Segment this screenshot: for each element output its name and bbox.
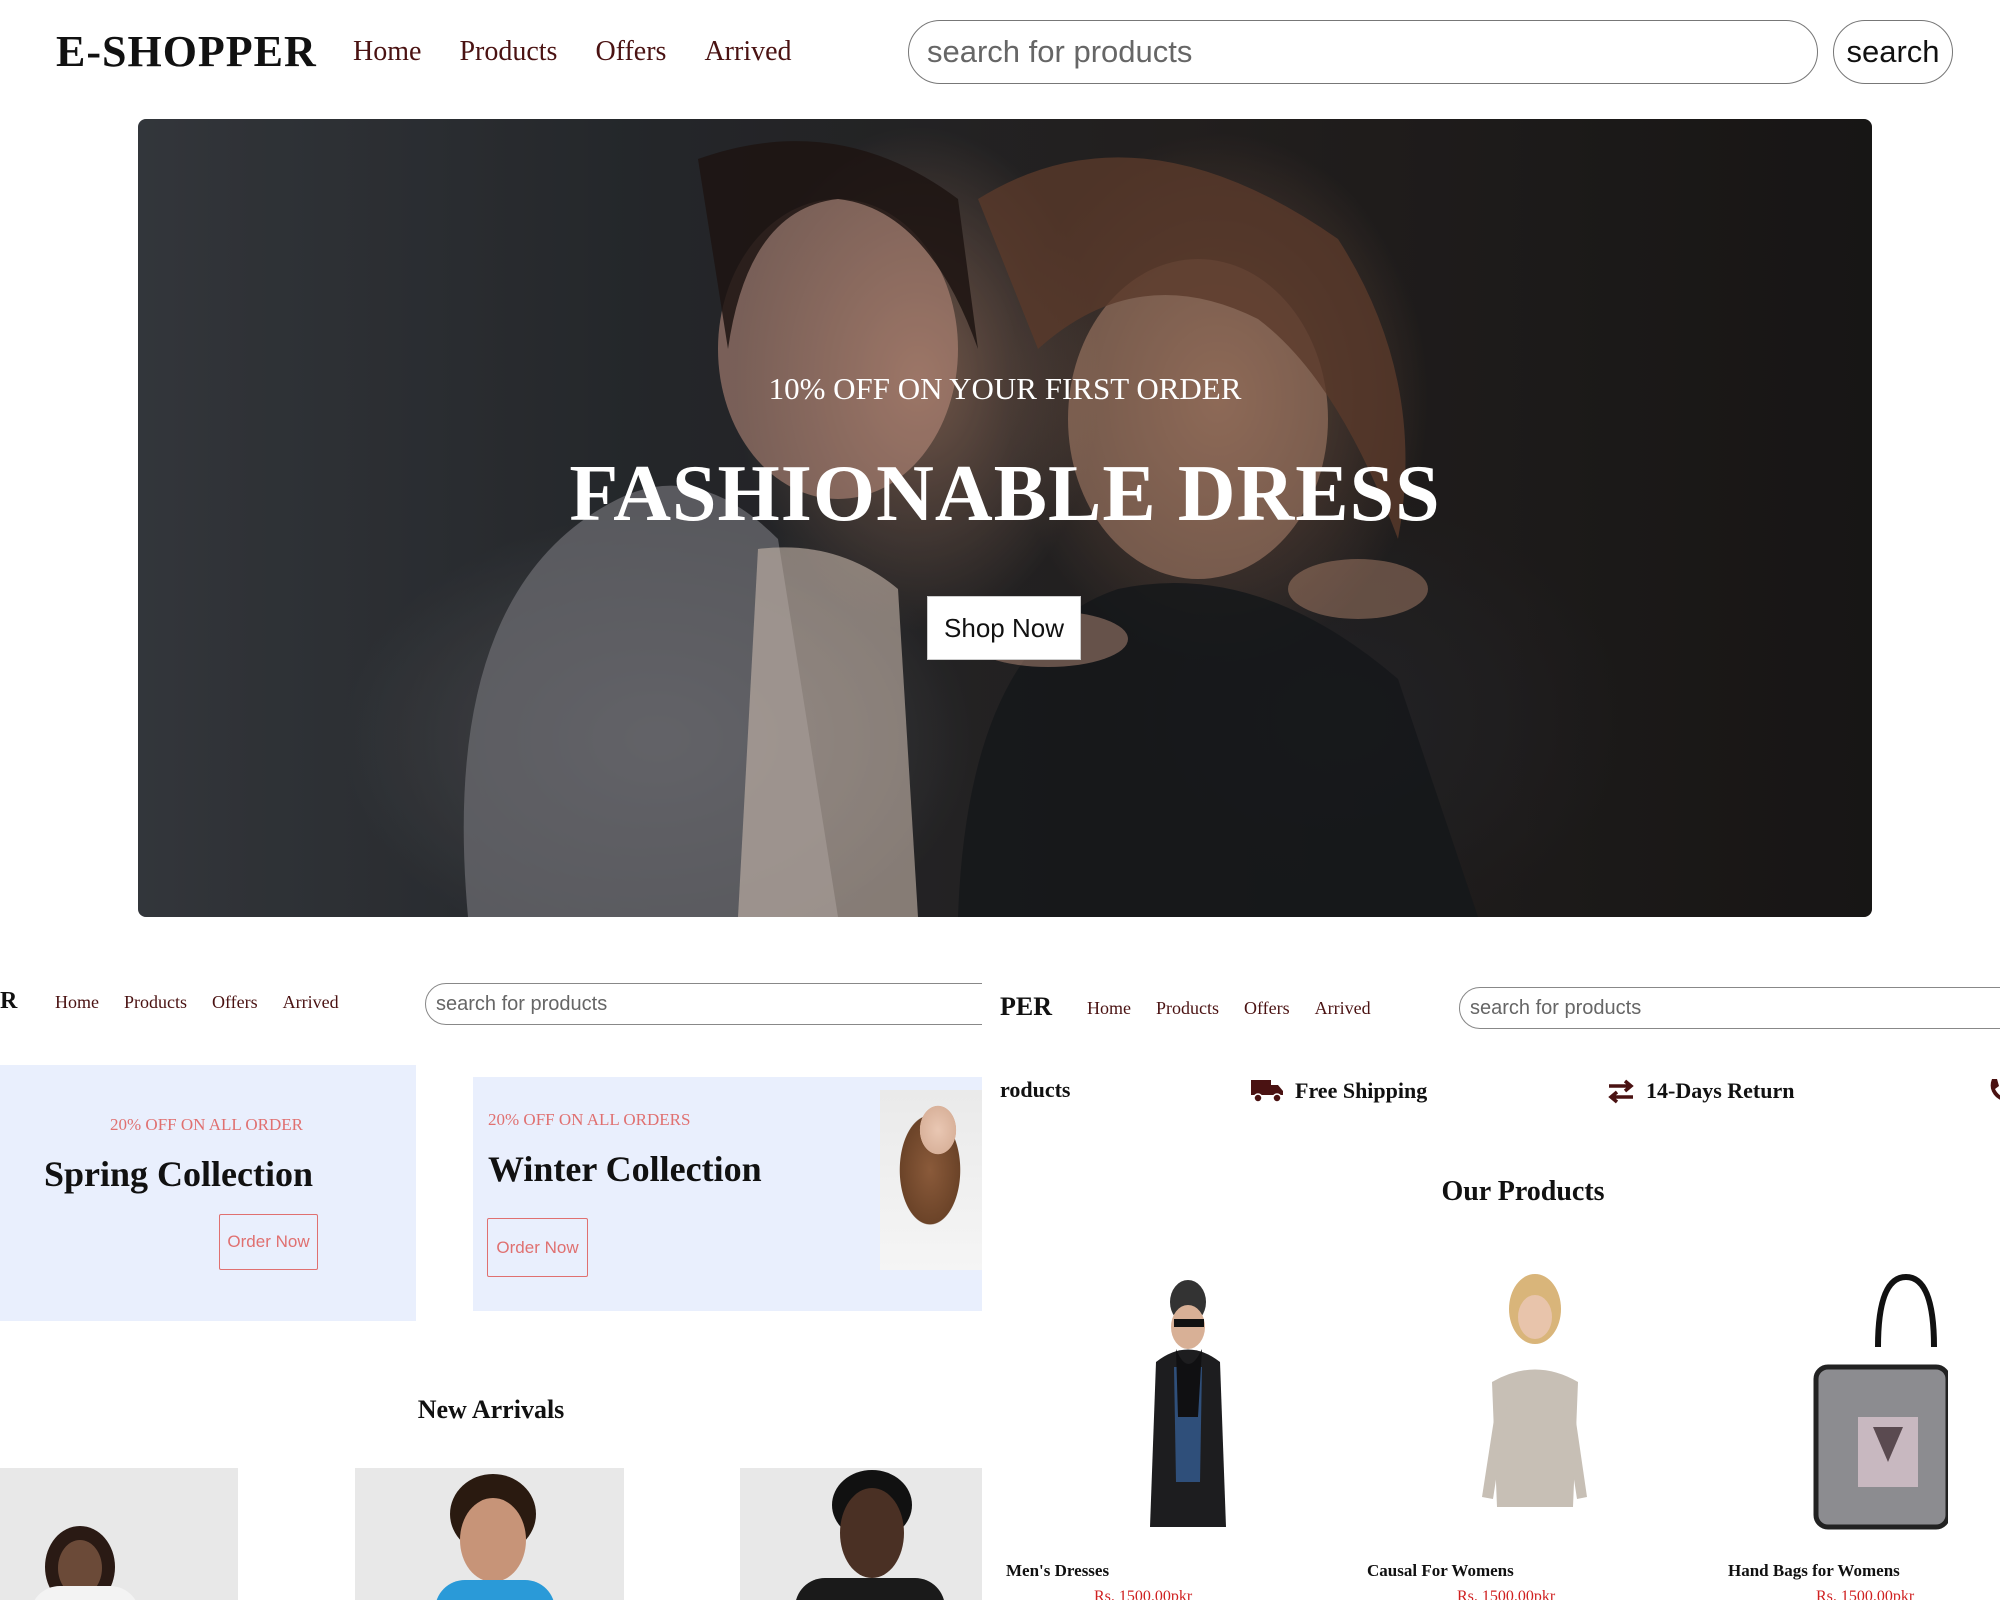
feature-label: Free Shipping [1295,1078,1428,1103]
left-screenshot-panel: R Home Products Offers Arrived search fo… [0,950,982,1600]
promo-model-image [880,1090,982,1270]
product-image [1813,1273,1948,1530]
feature-14-days-return: 14-Days Return [1606,1077,1795,1105]
promo-title: Spring Collection [44,1154,314,1194]
secondary-nav: Home Products Offers Arrived [1087,998,1371,1019]
nav-arrived[interactable]: Arrived [283,992,339,1013]
new-arrival-card[interactable] [355,1468,624,1600]
feature-label: 14-Days Return [1646,1078,1795,1103]
logo-fragment[interactable]: R [0,988,17,1015]
nav-products[interactable]: Products [1156,998,1219,1019]
nav-products[interactable]: Products [459,36,557,68]
secondary-nav: Home Products Offers Arrived [55,992,339,1013]
search-input[interactable]: search for products [425,983,982,1025]
exchange-icon [1608,1079,1634,1104]
product-price: Rs. 1500.00pkr [1457,1588,1556,1600]
top-header: E-SHOPPER Home Products Offers Arrived s… [0,0,2000,110]
promo-title: Winter Collection [488,1149,762,1189]
product-name[interactable]: Hand Bags for Womens [1728,1561,1900,1581]
shop-now-button[interactable]: Shop Now [927,596,1081,660]
nav-home[interactable]: Home [55,992,99,1013]
feature-label: roducts [1000,1077,1071,1102]
order-now-button[interactable]: Order Now [219,1214,318,1270]
nav-home[interactable]: Home [353,36,421,68]
new-arrival-card[interactable] [740,1468,982,1600]
feature-support [1986,1077,2000,1105]
product-name[interactable]: Men's Dresses [1006,1561,1109,1581]
hero-title: FASHIONABLE DRESS [569,450,1441,538]
search-button[interactable]: search [1833,20,1953,84]
product-image [1150,1280,1226,1527]
site-logo[interactable]: E-SHOPPER [56,26,317,77]
section-title-our-products: Our Products [1441,1176,1605,1207]
promo-tag: 20% OFF ON ALL ORDER [110,1115,303,1134]
nav-products[interactable]: Products [124,992,187,1013]
nav-offers[interactable]: Offers [1244,998,1290,1019]
order-now-button[interactable]: Order Now [487,1218,588,1277]
new-arrival-card[interactable] [0,1468,238,1600]
right-screenshot-panel: PER Home Products Offers Arrived search … [1000,950,2000,1600]
product-price: Rs. 1500.00pkr [1816,1588,1915,1600]
promo-tag: 20% OFF ON ALL ORDERS [488,1110,691,1129]
promo-spring-collection: 20% OFF ON ALL ORDER Spring Collection O… [0,1065,416,1321]
hero-banner: 10% OFF ON YOUR FIRST ORDER FASHIONABLE … [138,119,1872,917]
feature-quality-products: roducts [1000,1077,1071,1103]
nav-arrived[interactable]: Arrived [1315,998,1371,1019]
product-price: Rs. 1500.00pkr [1094,1588,1193,1600]
feature-free-shipping: Free Shipping [1249,1077,1427,1105]
truck-icon [1251,1080,1283,1103]
search-input[interactable]: search for products [908,20,1818,84]
logo-fragment[interactable]: PER [1000,992,1052,1022]
product-name[interactable]: Causal For Womens [1367,1561,1514,1581]
section-title-new-arrivals: New Arrivals [417,1395,565,1424]
nav-offers[interactable]: Offers [595,36,666,68]
search-input[interactable]: search for products [1459,987,2000,1029]
nav-offers[interactable]: Offers [212,992,258,1013]
main-nav: Home Products Offers Arrived [353,36,792,68]
phone-icon [1990,1079,2000,1100]
product-image [1482,1274,1587,1507]
nav-arrived[interactable]: Arrived [704,36,791,68]
hero-subtitle: 10% OFF ON YOUR FIRST ORDER [768,371,1242,406]
nav-home[interactable]: Home [1087,998,1131,1019]
